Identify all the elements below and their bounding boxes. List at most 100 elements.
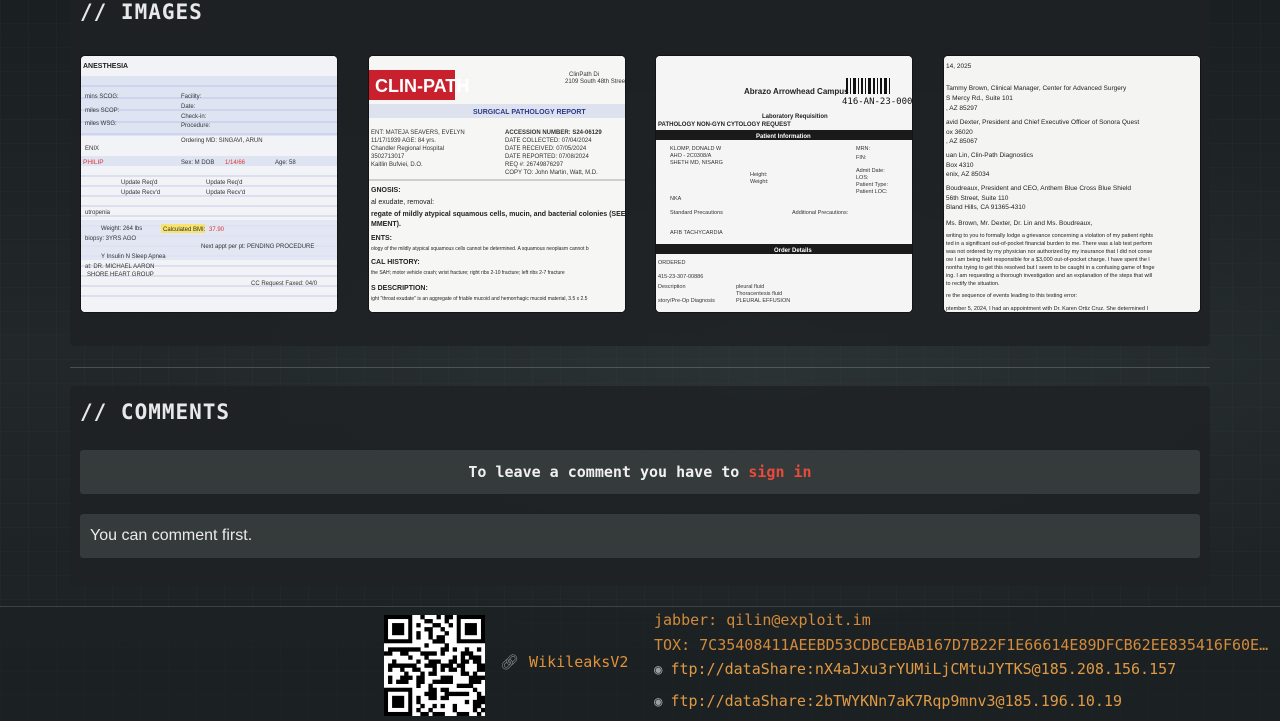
svg-text:story/Pre-Op Diagnosis: story/Pre-Op Diagnosis [658, 298, 715, 304]
svg-text:, AZ 85067: , AZ 85067 [946, 138, 978, 145]
svg-text:writing to you to formally lod: writing to you to formally lodge a griev… [945, 233, 1153, 239]
grievance-letter-thumbnail[interactable]: 14, 2025 Tammy Brown, Clinical Manager, … [944, 56, 1200, 312]
svg-text:Procedure:: Procedure: [181, 123, 211, 129]
section-divider [70, 367, 1210, 368]
svg-text:DATE COLLECTED: 07/04/2024: DATE COLLECTED: 07/04/2024 [505, 138, 592, 144]
svg-text:pleural fluid: pleural fluid [736, 284, 764, 290]
svg-text:avid Dexter, President and Chi: avid Dexter, President and Chief Executi… [946, 119, 1139, 126]
surgical-pathology-report-thumbnail[interactable]: CLIN-PATH ClinPath Di 2109 South 48th St… [369, 56, 625, 312]
svg-text:Ms. Brown, Mr. Dexter, Dr. Lin: Ms. Brown, Mr. Dexter, Dr. Lin and Ms. B… [946, 220, 1093, 227]
svg-text:Age: 58: Age: 58 [275, 160, 296, 166]
svg-text:Description: Description [658, 284, 686, 290]
svg-text:ORDERED: ORDERED [658, 260, 686, 266]
svg-text:Sex: M DOB: Sex: M DOB [181, 160, 214, 166]
svg-text:ptember 5, 2024, I had an appo: ptember 5, 2024, I had an appointment wi… [946, 306, 1149, 312]
comments-panel: // COMMENTS To leave a comment you have … [70, 386, 1210, 586]
svg-text:2109 South 48th Street: 2109 South 48th Street [565, 79, 625, 85]
empty-comments-message: You can comment first. [80, 514, 1200, 558]
images-section-title: // IMAGES [80, 0, 203, 24]
svg-text:S Mercy Rd., Suite 101: S Mercy Rd., Suite 101 [946, 95, 1013, 102]
svg-text:FIN:: FIN: [856, 155, 867, 161]
ftp-link-1[interactable]: ftp://dataShare:nX4aJxu3rYUMiLjCMtuJYTKS… [670, 660, 1176, 678]
svg-text:CC Request Faxed: 04/0: CC Request Faxed: 04/0 [251, 281, 318, 287]
svg-text:mins SCOG:: mins SCOG: [85, 94, 119, 100]
svg-text:SHORE HEART GROUP: SHORE HEART GROUP [87, 272, 154, 278]
svg-text:Boudreaux, President and CEO,: Boudreaux, President and CEO, Anthem Blu… [946, 185, 1131, 192]
images-panel: // IMAGES ANESTHESIA mins SCOG: miles SCO… [70, 0, 1210, 346]
svg-text:Thoracentesis fluid: Thoracentesis fluid [736, 291, 782, 297]
svg-text:Update Recv'd: Update Recv'd [121, 190, 160, 196]
svg-text:Next appt per pt: PENDING PROC: Next appt per pt: PENDING PROCEDURE [201, 244, 314, 250]
wikileaks-link[interactable]: 🔗︎ WikileaksV2 [500, 653, 628, 671]
svg-text:regate of mildly atypical squa: regate of mildly atypical squamous cells… [371, 211, 625, 218]
eye-icon: ◉ [654, 662, 663, 678]
laboratory-requisition-thumbnail[interactable]: Abrazo Arrowhead Campus Laboratory Requi… [656, 56, 912, 312]
svg-text:Check-in:: Check-in: [181, 114, 207, 120]
svg-text:PLEURAL EFFUSION: PLEURAL EFFUSION [736, 298, 790, 304]
svg-text:nonths trying to get this reso: nonths trying to get this resolved but I… [946, 265, 1155, 271]
svg-text:MRN:: MRN: [856, 146, 871, 152]
svg-text:14, 2025: 14, 2025 [946, 63, 972, 70]
svg-text:, AZ 85297: , AZ 85297 [946, 105, 978, 112]
svg-text:Additional Precautions:: Additional Precautions: [792, 210, 849, 216]
link-icon: 🔗︎ [500, 653, 520, 671]
comments-section-title: // COMMENTS [80, 400, 231, 424]
svg-text:Calculated BMI:: Calculated BMI: [163, 227, 206, 233]
svg-text:CLIN-PATH: CLIN-PATH [375, 76, 469, 96]
svg-text:Patient Type:: Patient Type: [856, 182, 888, 188]
svg-text:utropenia: utropenia [85, 210, 111, 216]
svg-text:416-AN-23-0006: 416-AN-23-0006 [842, 97, 912, 107]
svg-text:ology of the mildly atypical s: ology of the mildly atypical squamous ce… [371, 246, 589, 252]
jabber-contact: jabber: qilin@exploit.im [654, 611, 871, 629]
svg-text:Admit Date:: Admit Date: [856, 168, 885, 174]
sign-in-link[interactable]: sign in [748, 463, 811, 481]
svg-text:56th Street, Suite 110: 56th Street, Suite 110 [946, 195, 1009, 202]
svg-text:GNOSIS:: GNOSIS: [371, 187, 401, 194]
svg-text:enix, AZ 85034: enix, AZ 85034 [946, 171, 990, 178]
ftp-link-2[interactable]: ftp://dataShare:2bTWYKNn7aK7Rqp9mnv3@185… [670, 692, 1122, 710]
svg-text:ight "throat exudate" is an ag: ight "throat exudate" is an aggregate of… [371, 296, 588, 302]
svg-text:LOS:: LOS: [856, 175, 869, 181]
svg-text:DATE RECEIVED: 07/05/2024: DATE RECEIVED: 07/05/2024 [505, 146, 587, 152]
svg-text:37.90: 37.90 [209, 227, 225, 233]
svg-text:Facility:: Facility: [181, 94, 202, 100]
svg-text:Order Details: Order Details [774, 248, 812, 254]
signin-prompt-text: To leave a comment you have to [468, 463, 749, 481]
svg-text:DATE REPORTED: 07/08/2024: DATE REPORTED: 07/08/2024 [505, 154, 589, 160]
svg-text:re the sequence of events lead: re the sequence of events leading to thi… [946, 293, 1078, 299]
svg-text:KLOMP, DONALD W: KLOMP, DONALD W [670, 146, 722, 152]
svg-text:ENTS:: ENTS: [371, 235, 392, 242]
footer: 🔗︎ WikileaksV2 jabber: qilin@exploit.im T… [0, 606, 1280, 721]
svg-text:SURGICAL PATHOLOGY REPORT: SURGICAL PATHOLOGY REPORT [473, 109, 586, 116]
svg-text:Weight:: Weight: [750, 179, 769, 185]
eye-icon: ◉ [654, 694, 663, 710]
svg-text:the SAH; motor vehicle crash;: the SAH; motor vehicle crash; wrist frac… [371, 270, 565, 276]
svg-text:Box 4310: Box 4310 [946, 162, 974, 169]
svg-text:ow I am being held responsible: ow I am being held responsible for a $3,… [946, 257, 1150, 263]
svg-text:Bland Hills, CA 91365-4310: Bland Hills, CA 91365-4310 [946, 204, 1026, 211]
svg-text:ENT: MATEJA SEAVERS, EVELYN: ENT: MATEJA SEAVERS, EVELYN [371, 130, 465, 136]
svg-text:NKA: NKA [670, 196, 682, 202]
svg-text:uan Lin, Clin-Path Diagnostics: uan Lin, Clin-Path Diagnostics [946, 152, 1034, 159]
svg-text:1/14/66: 1/14/66 [225, 160, 246, 166]
svg-text:ted in a significant out-of-po: ted in a significant out-of-pocket finan… [946, 241, 1153, 247]
svg-text:Laboratory Requisition: Laboratory Requisition [762, 114, 828, 120]
svg-text:Standard Precautions: Standard Precautions [670, 210, 723, 216]
svg-text:11/17/1939 AGE: 84 yrs.: 11/17/1939 AGE: 84 yrs. [371, 138, 436, 144]
svg-text:REQ #: 26749876297: REQ #: 26749876297 [505, 162, 564, 168]
svg-text:CAL HISTORY:: CAL HISTORY: [371, 259, 420, 266]
svg-text:biopsy: 3YRS AGO: biopsy: 3YRS AGO [85, 236, 136, 242]
tox-id: TOX: 7C35408411AEEBD53CDBCEBAB167D7B22F1… [654, 636, 1276, 654]
svg-text:Kaitlin Bufviei, D.O.: Kaitlin Bufviei, D.O. [371, 162, 423, 168]
svg-text:ACCESSION NUMBER: S24-06129: ACCESSION NUMBER: S24-06129 [505, 130, 602, 136]
svg-text:COPY TO: John Martin, Watt, M: COPY TO: John Martin, Watt, M.D. [505, 170, 598, 176]
svg-text:415-23-307-00886: 415-23-307-00886 [658, 274, 703, 280]
ftp-row-2: ◉ ftp://dataShare:2bTWYKNn7aK7Rqp9mnv3@18… [654, 692, 1122, 710]
svg-text:was not ordered by my physicia: was not ordered by my physician nor auth… [945, 249, 1152, 255]
svg-text:at: DR. MICHAEL AARON: at: DR. MICHAEL AARON [85, 264, 154, 270]
svg-text:S DESCRIPTION:: S DESCRIPTION: [371, 285, 428, 292]
svg-text:miles SCOP:: miles SCOP: [85, 108, 120, 114]
anesthesia-form-thumbnail[interactable]: ANESTHESIA mins SCOG: miles SCOP: miles WS… [81, 56, 337, 312]
svg-text:al exudate, removal:: al exudate, removal: [371, 199, 434, 206]
qr-code-icon [384, 615, 486, 717]
